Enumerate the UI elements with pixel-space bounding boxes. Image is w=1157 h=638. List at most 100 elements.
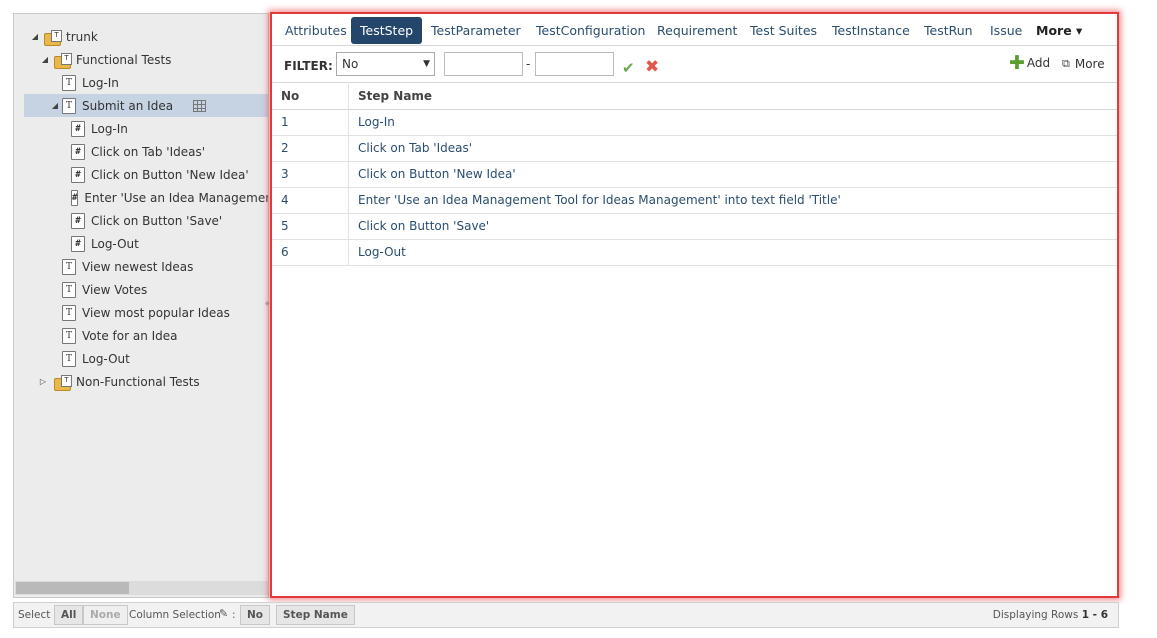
column-selection-label: Column Selection bbox=[129, 609, 221, 621]
tab-testinstance[interactable]: TestInstance bbox=[823, 17, 919, 44]
filter-from-input[interactable] bbox=[444, 52, 523, 76]
horizontal-scrollbar[interactable] bbox=[15, 581, 268, 595]
tree-node-step[interactable]: # Log-Out bbox=[71, 232, 268, 255]
tree-node-test[interactable]: T Log-In bbox=[62, 71, 268, 94]
tree-node-trunk[interactable]: ◢ trunk bbox=[30, 25, 268, 48]
pencil-icon[interactable]: ✎ bbox=[219, 607, 228, 620]
tree-node-step[interactable]: # Click on Button 'New Idea' bbox=[71, 163, 268, 186]
more-button-label: More bbox=[1074, 57, 1105, 71]
more-button[interactable]: ⧉ More bbox=[1062, 57, 1105, 71]
dropdown-arrow-icon: ▼ bbox=[423, 59, 430, 69]
step-doc-icon: # bbox=[71, 166, 85, 183]
tab-bar: Attributes TestStep TestParameter TestCo… bbox=[272, 14, 1117, 46]
column-toggle-step-name[interactable]: Step Name bbox=[276, 605, 355, 625]
tree-node-label: Functional Tests bbox=[76, 52, 172, 67]
tab-testconfiguration[interactable]: TestConfiguration bbox=[527, 17, 654, 44]
test-doc-icon: T bbox=[62, 258, 76, 275]
grid-icon[interactable] bbox=[193, 99, 207, 112]
tree-node-test[interactable]: T View newest Ideas bbox=[62, 255, 268, 278]
test-doc-icon: T bbox=[62, 281, 76, 298]
column-header-no[interactable]: No bbox=[272, 84, 349, 109]
tab-testparameter[interactable]: TestParameter bbox=[422, 17, 530, 44]
tree-node-test[interactable]: T View Votes bbox=[62, 278, 268, 301]
cell-step-name: Enter 'Use an Idea Management Tool for I… bbox=[358, 193, 841, 207]
tab-testrun[interactable]: TestRun bbox=[915, 17, 982, 44]
tab-teststep[interactable]: TestStep bbox=[351, 17, 423, 44]
collapse-toggle-icon[interactable]: ◢ bbox=[50, 101, 60, 110]
table-row[interactable]: 3 Click on Button 'New Idea' bbox=[272, 162, 1117, 188]
tab-issue[interactable]: Issue bbox=[981, 17, 1031, 44]
filter-label: FILTER: bbox=[284, 59, 333, 73]
step-doc-icon: # bbox=[71, 212, 85, 229]
table-row[interactable]: 5 Click on Button 'Save' bbox=[272, 214, 1117, 240]
column-selection-colon: : bbox=[232, 609, 236, 621]
tab-requirement[interactable]: Requirement bbox=[648, 17, 746, 44]
test-doc-icon: T bbox=[62, 97, 76, 114]
tree-node-step[interactable]: # Enter 'Use an Idea Management Tool for… bbox=[71, 186, 268, 209]
column-toggle-no[interactable]: No bbox=[240, 605, 271, 625]
tree-node-label: Click on Button 'Save' bbox=[91, 213, 223, 228]
panel-splitter[interactable]: ◆ bbox=[265, 300, 270, 307]
tree-node-label: View most popular Ideas bbox=[82, 305, 230, 320]
filter-to-input[interactable] bbox=[535, 52, 614, 76]
table-row[interactable]: 1 Log-In bbox=[272, 110, 1117, 136]
add-button-label: Add bbox=[1026, 56, 1051, 70]
tree-node-test[interactable]: T Vote for an Idea bbox=[62, 324, 268, 347]
details-panel: Attributes TestStep TestParameter TestCo… bbox=[270, 12, 1119, 598]
apply-filter-check-icon[interactable]: ✔ bbox=[622, 59, 635, 77]
collapse-toggle-icon[interactable]: ◢ bbox=[40, 55, 50, 64]
table-row[interactable]: 2 Click on Tab 'Ideas' bbox=[272, 136, 1117, 162]
scrollbar-thumb[interactable] bbox=[16, 582, 129, 594]
test-doc-icon: T bbox=[62, 350, 76, 367]
folder-icon bbox=[44, 29, 62, 46]
tree-node-test[interactable]: T View most popular Ideas bbox=[62, 301, 268, 324]
cell-step-name: Click on Button 'Save' bbox=[358, 219, 490, 233]
tree-node-step[interactable]: # Click on Button 'Save' bbox=[71, 209, 268, 232]
expand-toggle-icon[interactable]: ▷ bbox=[38, 377, 48, 386]
tree-node-step[interactable]: # Log-In bbox=[71, 117, 268, 140]
filter-column-select[interactable]: No ▼ bbox=[336, 52, 435, 76]
step-doc-icon: # bbox=[71, 235, 85, 252]
select-none-button[interactable]: None bbox=[83, 605, 128, 625]
table-row[interactable]: 4 Enter 'Use an Idea Management Tool for… bbox=[272, 188, 1117, 214]
range-dash: - bbox=[526, 57, 531, 71]
cell-step-name: Click on Button 'New Idea' bbox=[358, 167, 516, 181]
tree-node-label: Log-Out bbox=[82, 351, 130, 366]
tree-node-label: trunk bbox=[66, 29, 98, 44]
cell-step-name: Log-In bbox=[358, 115, 395, 129]
more-options-icon: ⧉ bbox=[1062, 57, 1070, 70]
rows-range: 1 - 6 bbox=[1081, 609, 1108, 621]
test-steps-grid: No Step Name 1 Log-In 2 Click on Tab 'Id… bbox=[272, 84, 1117, 266]
add-button[interactable]: ✚ Add bbox=[1009, 54, 1051, 73]
collapse-toggle-icon[interactable]: ◢ bbox=[30, 32, 40, 41]
tree-node-functional-tests[interactable]: ◢ Functional Tests bbox=[40, 48, 268, 71]
test-doc-icon: T bbox=[62, 327, 76, 344]
cell-no: 4 bbox=[272, 188, 349, 213]
tree-node-label: View Votes bbox=[82, 282, 148, 297]
step-doc-icon: # bbox=[71, 120, 85, 137]
clear-filter-x-icon[interactable]: ✖ bbox=[645, 57, 659, 77]
tree-node-label: Log-In bbox=[91, 121, 128, 136]
cell-step-name: Log-Out bbox=[358, 245, 406, 259]
tab-attributes[interactable]: Attributes bbox=[276, 17, 356, 44]
folder-icon bbox=[54, 374, 72, 391]
cell-no: 3 bbox=[272, 162, 349, 187]
tree-node-submit-an-idea[interactable]: ◢ T Submit an Idea bbox=[24, 94, 268, 117]
table-row[interactable]: 6 Log-Out bbox=[272, 240, 1117, 266]
select-all-button[interactable]: All bbox=[54, 605, 84, 625]
column-header-step-name[interactable]: Step Name bbox=[350, 84, 1117, 109]
grid-footer: Select All None Column Selection ✎ : No … bbox=[13, 602, 1119, 628]
tree-node-label: Vote for an Idea bbox=[82, 328, 178, 343]
tree-node-step[interactable]: # Click on Tab 'Ideas' bbox=[71, 140, 268, 163]
step-doc-icon: # bbox=[71, 143, 85, 160]
tab-test-suites[interactable]: Test Suites bbox=[741, 17, 826, 44]
filter-bar: FILTER: No ▼ - ✔ ✖ ✚ Add ⧉ More bbox=[272, 47, 1117, 83]
filter-select-value: No bbox=[342, 57, 359, 71]
folder-icon bbox=[54, 52, 72, 69]
test-doc-icon: T bbox=[62, 304, 76, 321]
tree-node-test[interactable]: T Log-Out bbox=[62, 347, 268, 370]
tab-more-dropdown[interactable]: More ▾ bbox=[1027, 17, 1091, 44]
tree-node-non-functional-tests[interactable]: ▷ Non-Functional Tests bbox=[38, 370, 268, 393]
displaying-rows-label: Displaying Rows bbox=[992, 609, 1079, 621]
tree-node-label: Enter 'Use an Idea Management Tool for I… bbox=[84, 190, 268, 205]
